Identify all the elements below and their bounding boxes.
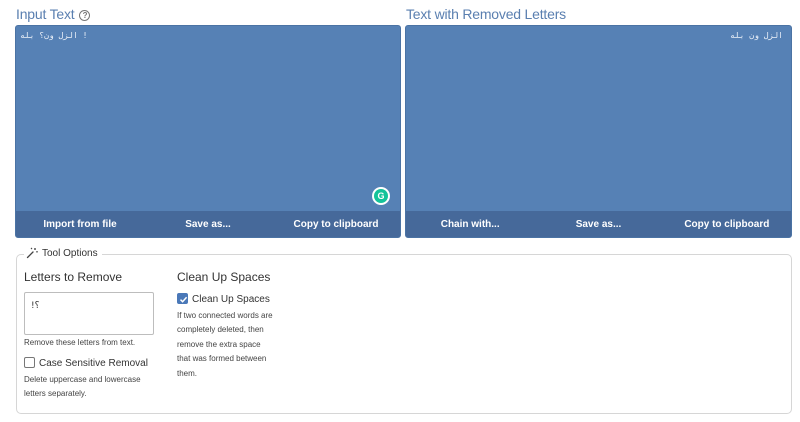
clean-up-spaces-label[interactable]: Clean Up Spaces — [192, 294, 270, 305]
tool-options-legend: Tool Options — [24, 247, 102, 259]
spaces-help-line-2: completely deleted, then — [177, 325, 264, 334]
clean-up-spaces-title: Clean Up Spaces — [177, 270, 271, 284]
letters-to-remove-title: Letters to Remove — [24, 270, 123, 284]
copy-to-clipboard-button[interactable]: Copy to clipboard — [272, 219, 400, 230]
case-help-line-1: Delete uppercase and lowercase — [24, 375, 141, 384]
case-sensitive-label[interactable]: Case Sensitive Removal — [39, 358, 148, 369]
grammarly-icon[interactable]: G — [372, 187, 390, 205]
letters-help-text: Remove these letters from text. — [24, 338, 136, 347]
clean-up-spaces-checkbox[interactable] — [177, 293, 188, 304]
chain-with-button[interactable]: Chain with... — [406, 219, 534, 230]
spaces-help-line-5: them. — [177, 369, 198, 378]
case-help-line-2: letters separately. — [24, 389, 87, 398]
input-text-panel[interactable]: ! الزل ون؟ بله G Import from file Save a… — [15, 25, 401, 238]
output-copy-to-clipboard-button[interactable]: Copy to clipboard — [663, 219, 791, 230]
spaces-help-line-3: remove the extra space — [177, 340, 261, 349]
magic-wand-icon — [26, 247, 38, 259]
spaces-help-line-1: If two connected words are — [177, 311, 273, 320]
letters-to-remove-input[interactable]: !؟ — [24, 292, 154, 335]
grammarly-glyph: G — [374, 189, 388, 203]
output-text-panel[interactable]: الزل ون بله Chain with... Save as... Cop… — [405, 25, 792, 238]
input-text-title-label: Input Text — [16, 6, 75, 22]
input-textarea[interactable]: ! الزل ون؟ بله — [20, 31, 392, 40]
input-toolbar: Import from file Save as... Copy to clip… — [16, 211, 400, 237]
input-text-title: Input Text? — [16, 6, 91, 22]
output-save-as-button[interactable]: Save as... — [534, 219, 662, 230]
checkmark-icon — [179, 296, 188, 303]
info-icon[interactable]: ? — [79, 10, 91, 21]
save-as-button[interactable]: Save as... — [144, 219, 272, 230]
import-from-file-button[interactable]: Import from file — [16, 219, 144, 230]
output-toolbar: Chain with... Save as... Copy to clipboa… — [406, 211, 791, 237]
tool-options-label: Tool Options — [42, 247, 98, 259]
output-text-title: Text with Removed Letters — [406, 6, 566, 22]
output-textarea[interactable]: الزل ون بله — [410, 31, 783, 40]
case-sensitive-checkbox[interactable] — [24, 357, 35, 368]
spaces-help-line-4: that was formed between — [177, 354, 267, 363]
